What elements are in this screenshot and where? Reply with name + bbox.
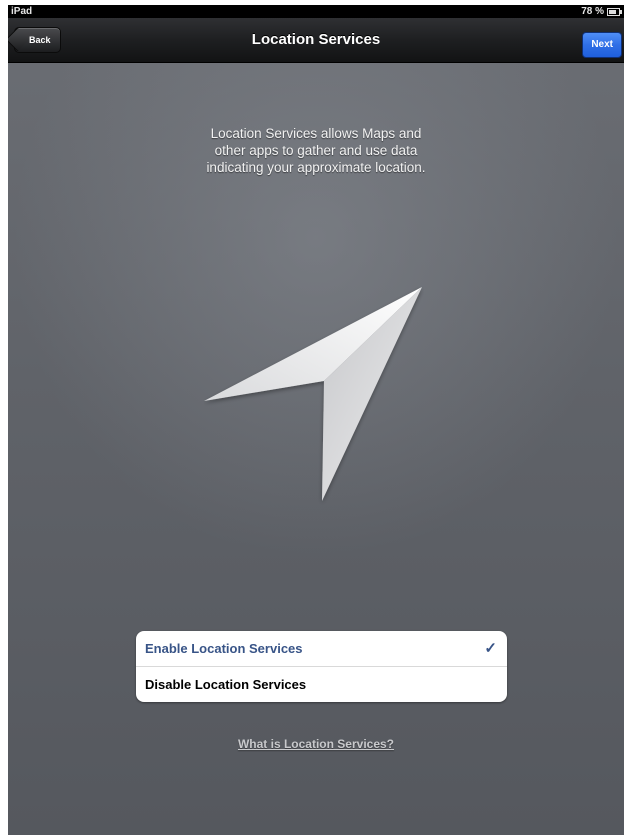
enable-location-services-option[interactable]: Enable Location Services ✓ — [136, 631, 507, 667]
checkmark-icon: ✓ — [484, 640, 497, 657]
status-bar: iPad 78 % — [8, 5, 624, 18]
setup-screen: iPad 78 % Back Location Services Next Lo… — [8, 5, 624, 835]
page-title: Location Services — [251, 31, 381, 48]
navigation-bar: Back Location Services Next — [8, 18, 624, 63]
what-is-location-services-link[interactable]: What is Location Services? — [8, 737, 624, 751]
description-line: Location Services allows Maps and — [210, 126, 422, 141]
next-button[interactable]: Next — [582, 32, 622, 58]
device-name: iPad — [11, 6, 33, 17]
description-line: other apps to gather and use data — [214, 143, 418, 158]
battery-icon — [607, 7, 622, 16]
location-arrow-icon — [204, 287, 422, 501]
option-label: Disable Location Services — [145, 677, 307, 692]
battery-percentage: 78 % — [581, 6, 604, 17]
disable-location-services-option[interactable]: Disable Location Services — [136, 667, 507, 702]
description-line: indicating your approximate location. — [206, 160, 426, 175]
location-options-list: Enable Location Services ✓ Disable Locat… — [136, 631, 507, 702]
battery-indicator: 78 % — [581, 5, 622, 18]
description-text: Location Services allows Maps and other … — [8, 125, 624, 176]
option-label: Enable Location Services — [145, 641, 303, 656]
